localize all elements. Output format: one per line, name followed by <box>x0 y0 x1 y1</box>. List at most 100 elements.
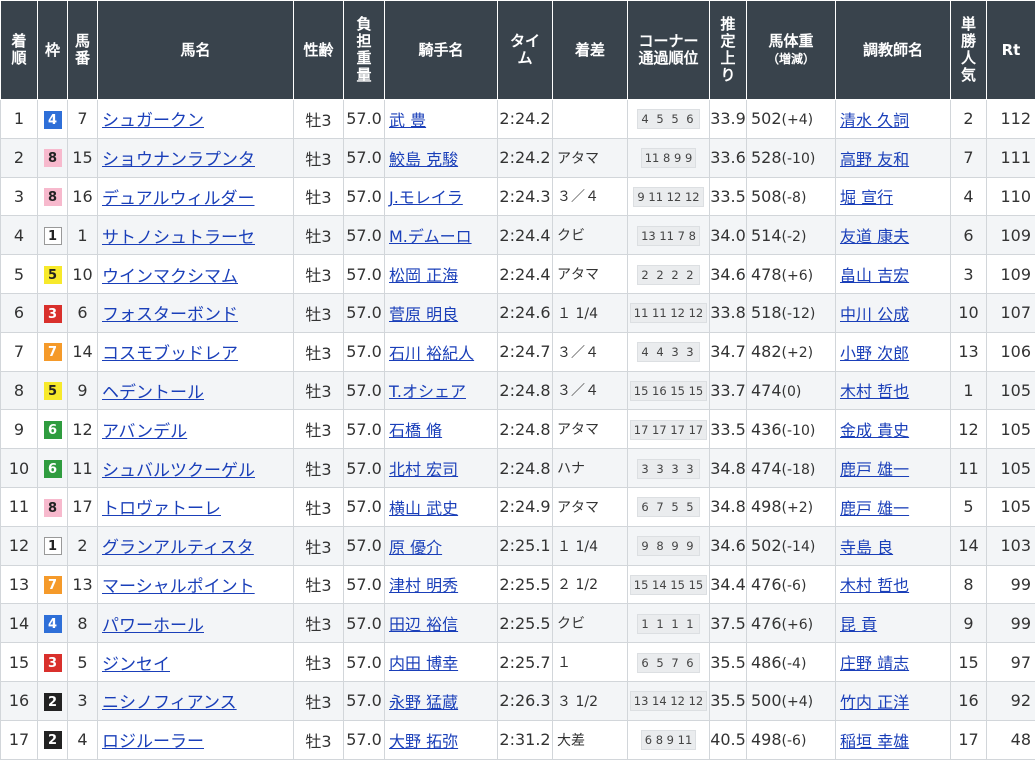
popularity-cell: 2 <box>950 99 987 139</box>
corner-cell: 13 11 7 8 <box>627 215 710 256</box>
jockey-link[interactable]: 永野 猛蔵 <box>389 693 458 712</box>
trainer-link[interactable]: 木村 哲也 <box>840 382 909 401</box>
last3f-cell: 34.4 <box>709 564 747 605</box>
jockey-link[interactable]: 大野 拓弥 <box>389 732 458 751</box>
trainer-link[interactable]: 昆 貢 <box>840 615 877 634</box>
jockey-link[interactable]: 鮫島 克駿 <box>389 150 458 169</box>
jockey-link[interactable]: 内田 博幸 <box>389 654 458 673</box>
header-trainer[interactable]: 調教師名 <box>835 0 951 100</box>
jockey-cell: 北村 宏司 <box>384 448 498 488</box>
popularity-cell: 17 <box>950 719 987 760</box>
trainer-link[interactable]: 木村 哲也 <box>840 576 909 595</box>
horse-link[interactable]: トロヴァトーレ <box>102 499 221 519</box>
jockey-link[interactable]: 津村 明秀 <box>389 576 458 595</box>
jockey-link[interactable]: J.モレイラ <box>389 188 463 207</box>
rank-cell: 4 <box>0 215 38 256</box>
header-last3f[interactable]: 推定上り <box>709 0 747 100</box>
jockey-link[interactable]: 石川 裕紀人 <box>389 344 474 363</box>
trainer-link[interactable]: 友道 康夫 <box>840 227 909 246</box>
weight-cell: 57.0 <box>343 486 385 527</box>
trainer-link[interactable]: 堀 宣行 <box>840 188 893 207</box>
umaban-cell: 11 <box>67 448 98 488</box>
trainer-link[interactable]: 庄野 靖志 <box>840 654 909 673</box>
header-jockey[interactable]: 騎手名 <box>384 0 498 100</box>
trainer-link[interactable]: 中川 公成 <box>840 305 909 324</box>
header-time[interactable]: タイム <box>497 0 553 100</box>
trainer-link[interactable]: 竹内 正洋 <box>840 693 909 712</box>
corner-positions: 15 14 15 15 <box>629 574 708 595</box>
body-weight: 474 <box>751 380 782 400</box>
last3f-cell: 34.6 <box>709 525 747 566</box>
header-weight[interactable]: 負担重量 <box>343 0 385 100</box>
jockey-link[interactable]: 武 豊 <box>389 111 426 130</box>
horse-link[interactable]: グランアルティスタ <box>102 538 254 558</box>
corner-positions: 6 7 5 5 <box>637 497 700 518</box>
trainer-link[interactable]: 鹿戸 雄一 <box>840 499 909 518</box>
trainer-link[interactable]: 鹿戸 雄一 <box>840 460 909 479</box>
horse-link[interactable]: ウインマクシマム <box>102 267 238 287</box>
jockey-link[interactable]: 原 優介 <box>389 538 442 557</box>
horse-link[interactable]: ニシノフィアンス <box>102 693 237 713</box>
jockey-link[interactable]: 田辺 裕信 <box>389 615 458 634</box>
header-rating[interactable]: Rt <box>986 0 1035 100</box>
jockey-link[interactable]: 松岡 正海 <box>389 266 458 285</box>
jockey-link[interactable]: M.デムーロ <box>389 227 472 246</box>
umaban-cell: 13 <box>67 564 98 605</box>
horse-link[interactable]: ショウナンラプンタ <box>102 150 255 170</box>
jockey-link[interactable]: T.オシェア <box>389 382 466 401</box>
header-body-weight[interactable]: 馬体重 （増減） <box>746 0 836 100</box>
body-weight-diff: (-12) <box>781 306 816 323</box>
horse-link[interactable]: ヘデントール <box>102 383 204 403</box>
header-umaban[interactable]: 馬番 <box>67 0 98 100</box>
trainer-cell: 木村 哲也 <box>835 370 951 411</box>
horse-cell: トロヴァトーレ <box>97 486 294 527</box>
horse-link[interactable]: パワーホール <box>102 616 204 636</box>
horse-link[interactable]: デュアルウィルダー <box>102 189 255 209</box>
jockey-link[interactable]: 石橋 脩 <box>389 421 442 440</box>
trainer-link[interactable]: 稲垣 幸雄 <box>840 732 909 751</box>
trainer-link[interactable]: 高野 友和 <box>840 150 909 169</box>
jockey-link[interactable]: 北村 宏司 <box>389 460 458 479</box>
weight-cell: 57.0 <box>343 525 385 566</box>
trainer-link[interactable]: 寺島 良 <box>840 538 893 557</box>
horse-link[interactable]: フォスターボンド <box>102 305 238 325</box>
header-margin[interactable]: 着差 <box>552 0 628 100</box>
horse-link[interactable]: ジンセイ <box>102 655 170 675</box>
trainer-link[interactable]: 清水 久詞 <box>840 111 909 130</box>
rank-cell: 3 <box>0 176 38 217</box>
last3f-cell: 34.7 <box>709 331 747 372</box>
trainer-cell: 中川 公成 <box>835 292 951 333</box>
horse-link[interactable]: シュガークン <box>102 111 204 131</box>
trainer-link[interactable]: 畠山 吉宏 <box>840 266 909 285</box>
header-waku[interactable]: 枠 <box>37 0 68 100</box>
jockey-link[interactable]: 菅原 明良 <box>389 305 458 324</box>
header-sexage[interactable]: 性齢 <box>293 0 344 100</box>
horse-link[interactable]: サトノシュトラーセ <box>102 228 255 248</box>
rank-cell: 7 <box>0 331 38 372</box>
trainer-link[interactable]: 小野 次郎 <box>840 344 909 363</box>
body-weight-diff: (+6) <box>781 616 814 633</box>
horse-link[interactable]: アバンデル <box>102 422 187 442</box>
body-weight: 474 <box>751 458 782 478</box>
weight-cell: 57.0 <box>343 603 385 644</box>
body-weight: 514 <box>751 225 782 245</box>
header-corner[interactable]: コーナー 通過順位 <box>627 0 710 100</box>
horse-link[interactable]: シュバルツクーゲル <box>102 461 255 481</box>
sexage-cell: 牡3 <box>293 370 344 411</box>
umaban-cell: 10 <box>67 254 98 294</box>
horse-link[interactable]: マーシャルポイント <box>102 577 255 597</box>
horse-link[interactable]: コスモブッドレア <box>102 344 238 364</box>
margin-cell: １ 1/4 <box>552 292 628 333</box>
body-weight-cell: 476(+6) <box>746 603 836 644</box>
jockey-link[interactable]: 横山 武史 <box>389 499 458 518</box>
time-cell: 2:25.1 <box>497 525 553 566</box>
umaban-cell: 14 <box>67 331 98 372</box>
header-rank[interactable]: 着順 <box>0 0 38 100</box>
header-horse[interactable]: 馬名 <box>97 0 294 100</box>
weight-cell: 57.0 <box>343 719 385 760</box>
last3f-cell: 37.5 <box>709 603 747 644</box>
horse-link[interactable]: ロジルーラー <box>102 732 204 752</box>
body-weight-cell: 502(-14) <box>746 525 836 566</box>
trainer-link[interactable]: 金成 貴史 <box>840 421 909 440</box>
header-popularity[interactable]: 単勝人気 <box>950 0 987 100</box>
